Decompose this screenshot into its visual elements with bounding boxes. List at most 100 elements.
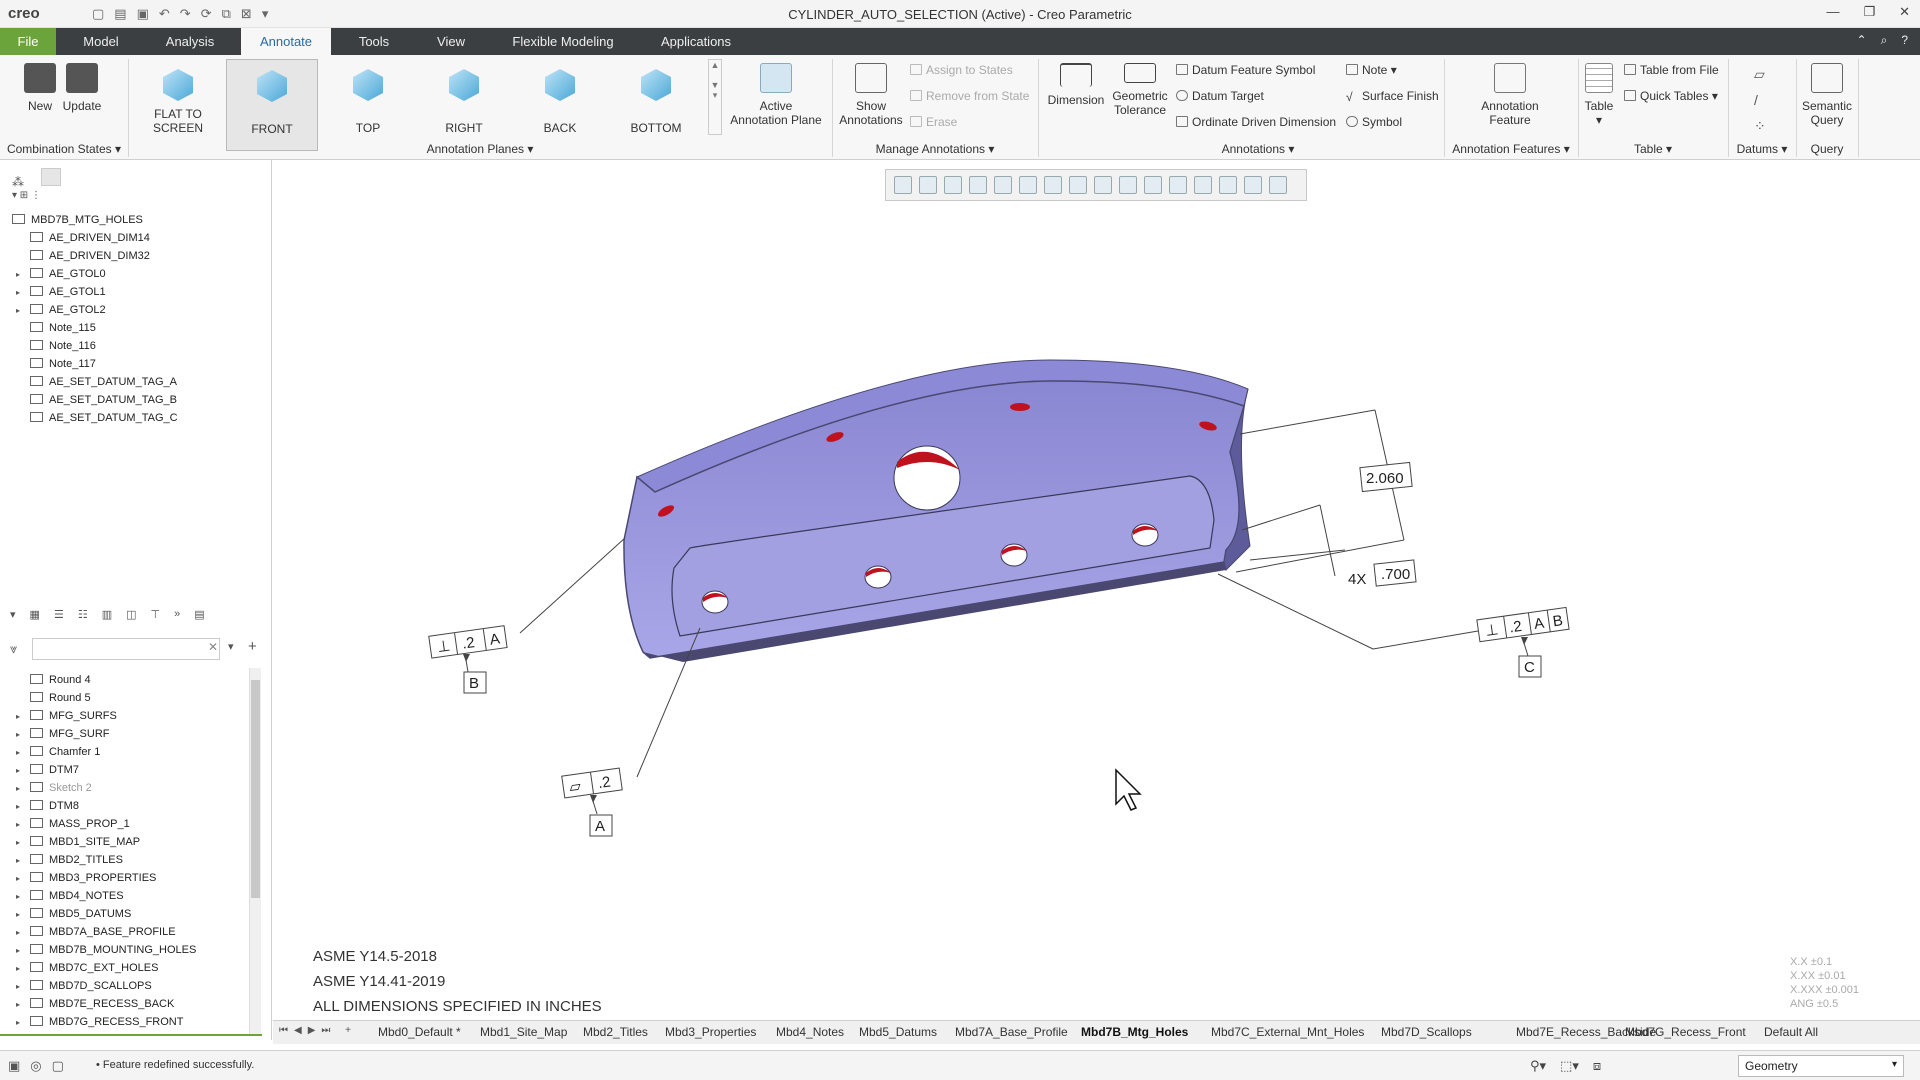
tree-item[interactable]: AE_GTOL1 [30, 286, 106, 298]
tab-applications[interactable]: Applications [650, 28, 742, 55]
combination-state-tab[interactable]: Mbd7G_Recess_Front [1625, 1025, 1746, 1039]
update-button[interactable]: Update [60, 63, 104, 113]
panel-toggle-icon[interactable]: ▣ [8, 1058, 20, 1074]
datum-display-icon[interactable] [1094, 176, 1112, 194]
combination-state-tab[interactable]: Mbd7A_Base_Profile [955, 1025, 1068, 1039]
annotation-features-menu[interactable]: Annotation Features ▾ [1444, 142, 1578, 156]
feature-item[interactable]: MBD7A_BASE_PROFILE [30, 926, 176, 938]
tree-item[interactable]: Note_117 [30, 358, 96, 370]
page-icon[interactable]: ▤ [194, 608, 204, 621]
add-icon[interactable]: + [248, 638, 257, 655]
plane-top[interactable]: TOP [322, 59, 414, 151]
warning-icon[interactable] [1219, 176, 1237, 194]
feature-item[interactable]: DTM7 [30, 764, 79, 776]
combination-state-tab[interactable]: Mbd1_Site_Map [480, 1025, 567, 1039]
expand-arrow-icon[interactable]: ▸ [16, 730, 20, 739]
feature-item[interactable]: Round 4 [30, 674, 91, 686]
annotations-menu[interactable]: Annotations ▾ [1038, 142, 1478, 156]
tag-icon[interactable]: ◫ [126, 608, 136, 621]
feature-item[interactable]: MBD7E_RECESS_BACK [30, 998, 174, 1010]
tree-item[interactable]: AE_SET_DATUM_TAG_C [30, 412, 178, 424]
feature-item[interactable]: MBD2_TITLES [30, 854, 123, 866]
search-icon[interactable]: ⌕ [1881, 33, 1888, 48]
combination-state-tab[interactable]: Mbd4_Notes [776, 1025, 844, 1039]
tree-root[interactable]: MBD7B_MTG_HOLES [12, 214, 143, 226]
remove-from-state-button[interactable]: Remove from State [910, 89, 1029, 103]
tab-analysis[interactable]: Analysis [154, 28, 226, 55]
expand-arrow-icon[interactable]: ▸ [16, 1000, 20, 1009]
smart-select-icon[interactable]: ⧈ [1593, 1058, 1601, 1074]
selection-filter-dropdown[interactable]: Geometry ▾ [1738, 1055, 1904, 1077]
display-style-icon[interactable] [994, 176, 1012, 194]
active-annotation-plane-button[interactable]: Active Annotation Plane [728, 63, 824, 127]
assign-to-states-button[interactable]: Assign to States [910, 63, 1013, 77]
tab-annotate[interactable]: Annotate [241, 28, 331, 55]
tree-filter-icon[interactable]: ⊤ [151, 608, 161, 621]
expand-arrow-icon[interactable]: ▸ [16, 802, 20, 811]
table-group-menu[interactable]: Table ▾ [1578, 142, 1728, 156]
section-icon[interactable] [1169, 176, 1187, 194]
feature-item[interactable]: DTM8 [30, 800, 79, 812]
combination-states-menu[interactable]: Combination States ▾ [0, 142, 128, 156]
detail-view-icon[interactable]: ☷ [78, 608, 88, 621]
help-icon[interactable]: ? [1901, 33, 1908, 48]
expand-arrow-icon[interactable]: ▸ [16, 820, 20, 829]
datum-axis-icon[interactable]: / [1754, 87, 1766, 113]
combination-state-tab[interactable]: Mbd7B_Mtg_Holes [1081, 1025, 1188, 1039]
spin-center-icon[interactable] [1144, 176, 1162, 194]
datum-target-button[interactable]: Datum Target [1176, 89, 1264, 103]
symbol-button[interactable]: Symbol [1346, 115, 1402, 129]
tree-item[interactable]: AE_GTOL2 [30, 304, 106, 316]
table-button[interactable]: Table ▾ [1582, 63, 1616, 127]
tree-item[interactable]: AE_GTOL0 [30, 268, 106, 280]
tree-scrollbar[interactable] [249, 668, 261, 1036]
feature-item[interactable]: MBD7D_SCALLOPS [30, 980, 152, 992]
annotation-display-icon[interactable] [1119, 176, 1137, 194]
expand-arrow-icon[interactable]: ▸ [16, 982, 20, 991]
saved-orientations-icon[interactable] [1019, 176, 1037, 194]
zoom-out-icon[interactable] [944, 176, 962, 194]
tree-item[interactable]: AE_SET_DATUM_TAG_B [30, 394, 177, 406]
tree-item[interactable]: Note_115 [30, 322, 96, 334]
refit-icon[interactable] [894, 176, 912, 194]
feature-item[interactable]: Sketch 2 [30, 782, 92, 794]
tree-item[interactable]: AE_DRIVEN_DIM32 [30, 250, 150, 262]
perspective-icon[interactable] [1069, 176, 1087, 194]
tab-nav-arrows[interactable]: ⏮◀▶⏭ + [279, 1025, 357, 1036]
tree-item[interactable]: Note_116 [30, 340, 96, 352]
combination-state-tab[interactable]: Mbd5_Datums [859, 1025, 937, 1039]
ordinate-driven-dimension-button[interactable]: Ordinate Driven Dimension [1176, 115, 1336, 129]
expand-arrow-icon[interactable]: ▸ [16, 270, 20, 279]
search-options-icon[interactable]: ▾ [228, 640, 234, 653]
tree-item[interactable]: AE_DRIVEN_DIM14 [30, 232, 150, 244]
expand-arrow-icon[interactable]: ▸ [16, 874, 20, 883]
dimension-button[interactable]: Dimension [1044, 63, 1108, 107]
feature-item[interactable]: MFG_SURFS [30, 710, 117, 722]
expand-arrow-icon[interactable]: ▸ [16, 766, 20, 775]
datum-plane-icon[interactable]: ▱ [1754, 61, 1766, 87]
feature-item[interactable]: Round 5 [30, 692, 91, 704]
list-view-icon[interactable]: ☰ [54, 608, 64, 621]
expand-arrow-icon[interactable]: ▸ [16, 838, 20, 847]
annotation-planes-menu[interactable]: Annotation Planes ▾ [128, 142, 832, 156]
feature-item[interactable]: MBD7B_MOUNTING_HOLES [30, 944, 196, 956]
more-icon[interactable]: » [174, 608, 180, 621]
tab-file[interactable]: File [0, 28, 56, 55]
tab-flexible-modeling[interactable]: Flexible Modeling [500, 28, 626, 55]
clear-search-icon[interactable]: ✕ [208, 640, 218, 654]
expand-arrow-icon[interactable]: ▸ [16, 748, 20, 757]
full-screen-icon[interactable]: ▢ [52, 1058, 64, 1074]
browser-icon[interactable]: ◎ [30, 1058, 41, 1074]
tab-model[interactable]: Model [68, 28, 134, 55]
expand-arrow-icon[interactable]: ▸ [16, 856, 20, 865]
tree-search-input[interactable] [32, 638, 220, 660]
datums-menu[interactable]: Datums ▾ [1728, 142, 1796, 156]
note-button[interactable]: Note ▾ [1346, 63, 1397, 77]
datum-point-icon[interactable]: ⁘ [1754, 113, 1766, 139]
layers-icon[interactable]: ▦ [30, 608, 40, 621]
filter-icon[interactable]: ⩔ [10, 641, 17, 657]
combination-state-tab[interactable]: Mbd0_Default * [378, 1025, 461, 1039]
feature-item[interactable]: MBD4_NOTES [30, 890, 124, 902]
expand-arrow-icon[interactable]: ▸ [16, 712, 20, 721]
view-manager-icon[interactable] [1044, 176, 1062, 194]
